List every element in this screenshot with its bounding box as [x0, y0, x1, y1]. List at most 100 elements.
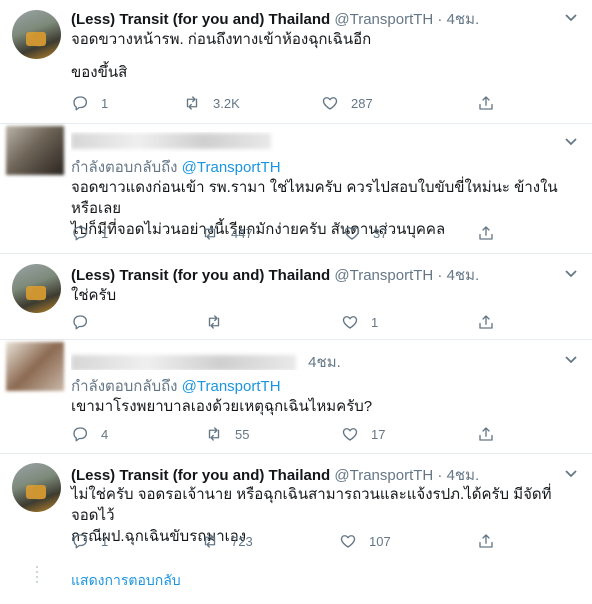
reply-count: 1	[101, 225, 109, 241]
timestamp[interactable]: 4ชม.	[308, 354, 341, 370]
caret-down-icon[interactable]	[564, 266, 578, 280]
share-icon	[479, 315, 493, 329]
share-icon	[479, 534, 493, 548]
like-icon	[340, 535, 356, 548]
tweet-text-line: จอดขวางหน้ารพ. ก่อนถึงทางเข้าห้องฉุกเฉิน…	[71, 31, 372, 48]
tweet[interactable]: (Less) Transit (for you and) Thailand @T…	[0, 454, 592, 566]
tweet-text: เขามาโรงพยาบาลเองด้วยเหตุฉุกเฉินไหมครับ?	[71, 396, 576, 417]
retweet-count: 55	[235, 426, 250, 442]
like-icon	[342, 316, 358, 329]
separator-dot: ·	[437, 467, 443, 483]
tweet-text: ใช่ครับ	[71, 285, 576, 306]
tweet-text-line: ไม่ใช่ครับ จอดรอเจ้านาย หรือฉุกเฉินสามาร…	[71, 486, 552, 524]
caret-down-icon[interactable]	[564, 352, 578, 366]
share-button[interactable]	[477, 424, 495, 444]
like-count: 107	[369, 533, 391, 549]
retweet-count: 3.2K	[213, 95, 240, 111]
thread-dots	[36, 566, 38, 584]
tweet-header: (Less) Transit (for you and) Thailand @T…	[71, 263, 552, 283]
retweet-count: 723	[231, 533, 253, 549]
replying-prefix: กำลังตอบกลับถึง	[71, 159, 178, 176]
caret-down-icon[interactable]	[564, 10, 578, 24]
tweet[interactable]: (Less) Transit (for you and) Thailand @T…	[0, 254, 592, 340]
avatar[interactable]	[6, 342, 64, 391]
tweet[interactable]: กำลังตอบกลับถึง @TransportTH จอดขาวแดงก่…	[0, 124, 592, 254]
separator-dot: ·	[437, 267, 443, 283]
retweet-button[interactable]: 723	[201, 531, 253, 551]
tweet[interactable]: 4ชม. กำลังตอบกลับถึง @TransportTH เขามาโ…	[0, 340, 592, 454]
caret-down-icon[interactable]	[564, 134, 578, 148]
retweet-icon	[204, 534, 216, 548]
like-button[interactable]: 287	[321, 93, 373, 113]
display-name[interactable]: (Less) Transit (for you and) Thailand	[71, 267, 330, 283]
handle[interactable]: @TransportTH	[334, 467, 433, 483]
reply-icon	[73, 427, 88, 442]
mention-link[interactable]: @TransportTH	[182, 378, 281, 395]
reply-button[interactable]	[71, 312, 101, 332]
like-count: 37	[373, 225, 388, 241]
tweet-text: จอดขวางหน้ารพ. ก่อนถึงทางเข้าห้องฉุกเฉิน…	[71, 29, 576, 83]
reply-icon	[73, 226, 88, 241]
reply-icon	[73, 315, 88, 330]
tweet-header	[71, 132, 552, 152]
reply-count: 1	[101, 95, 109, 111]
tweet-header: (Less) Transit (for you and) Thailand @T…	[71, 7, 552, 27]
avatar[interactable]	[12, 10, 61, 59]
like-count: 1	[371, 314, 379, 330]
share-button[interactable]	[477, 223, 495, 243]
tweet-thread: (Less) Transit (for you and) Thailand @T…	[0, 0, 592, 604]
like-icon	[344, 227, 360, 240]
tweet-text-line: ของขึ้นสิ	[71, 64, 128, 81]
display-name[interactable]: (Less) Transit (for you and) Thailand	[71, 467, 330, 483]
share-button[interactable]	[477, 531, 495, 551]
retweet-button[interactable]: 3.2K	[183, 93, 240, 113]
retweet-icon	[186, 96, 198, 110]
reply-icon	[73, 96, 88, 111]
tweet[interactable]: (Less) Transit (for you and) Thailand @T…	[0, 0, 592, 124]
tweet-actions: 1 447 37	[71, 223, 511, 243]
avatar[interactable]	[12, 264, 61, 313]
handle[interactable]: @TransportTH	[334, 11, 433, 27]
display-name[interactable]: (Less) Transit (for you and) Thailand	[71, 11, 330, 27]
like-button[interactable]: 1	[341, 312, 378, 332]
tweet-actions: 4 55 17	[71, 424, 511, 444]
share-icon	[479, 226, 493, 240]
like-button[interactable]: 37	[343, 223, 387, 243]
replying-to: กำลังตอบกลับถึง @TransportTH	[71, 374, 281, 398]
tweet-text-line: เขามาโรงพยาบาลเองด้วยเหตุฉุกเฉินไหมครับ?	[71, 398, 373, 415]
reply-button[interactable]: 4	[71, 424, 108, 444]
retweet-icon	[208, 427, 220, 441]
like-count: 287	[351, 95, 373, 111]
mention-link[interactable]: @TransportTH	[182, 159, 281, 176]
timestamp[interactable]: 4ชม.	[447, 11, 480, 27]
retweet-button[interactable]	[205, 312, 235, 332]
reply-button[interactable]: 1	[71, 531, 108, 551]
reply-count: 1	[101, 533, 109, 549]
timestamp[interactable]: 4ชม.	[447, 267, 480, 283]
like-button[interactable]: 107	[339, 531, 391, 551]
replying-to: กำลังตอบกลับถึง @TransportTH	[71, 155, 281, 179]
show-replies-link[interactable]: แสดงการตอบกลับ	[71, 570, 181, 592]
timestamp[interactable]: 4ชม.	[447, 467, 480, 483]
reply-count: 4	[101, 426, 109, 442]
reply-icon	[73, 534, 88, 549]
avatar[interactable]	[12, 463, 61, 512]
like-count: 17	[371, 426, 386, 442]
retweet-button[interactable]: 55	[205, 424, 249, 444]
replying-prefix: กำลังตอบกลับถึง	[71, 378, 178, 395]
handle[interactable]: @TransportTH	[334, 267, 433, 283]
tweet-actions: 1	[71, 312, 511, 332]
tweet-text-line: ใช่ครับ	[71, 287, 117, 304]
reply-button[interactable]: 1	[71, 93, 108, 113]
reply-button[interactable]: 1	[71, 223, 108, 243]
tweet-text-line	[71, 50, 576, 62]
caret-down-icon[interactable]	[564, 466, 578, 480]
share-icon	[479, 427, 493, 441]
tweet-text-line: จอดขาวแดงก่อนเข้า รพ.รามา ใช่ไหมครับ ควร…	[71, 179, 558, 217]
like-button[interactable]: 17	[341, 424, 385, 444]
retweet-button[interactable]: 447	[201, 223, 253, 243]
tweet-header: 4ชม.	[71, 350, 552, 370]
avatar[interactable]	[6, 126, 64, 175]
share-button[interactable]	[477, 312, 495, 332]
share-button[interactable]	[477, 93, 495, 113]
